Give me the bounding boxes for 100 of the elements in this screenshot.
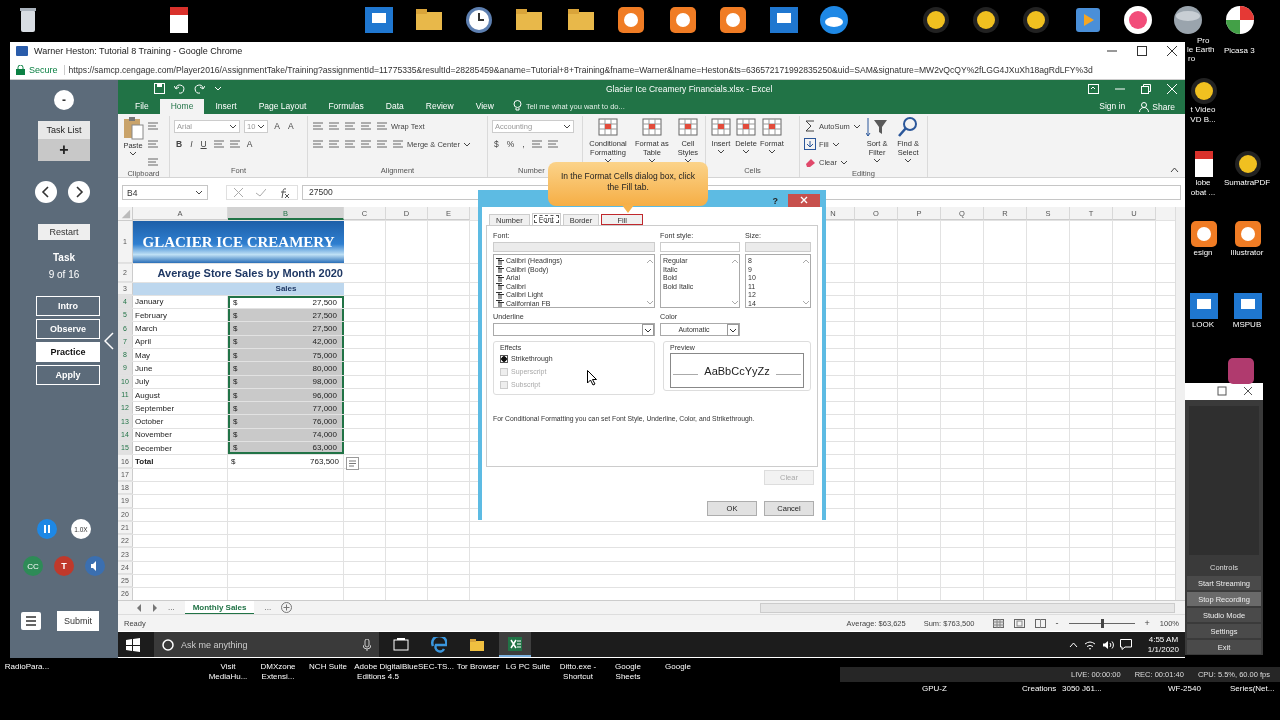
app-icon[interactable] <box>1226 356 1256 386</box>
scrollbar-arrows-icon[interactable] <box>646 257 654 307</box>
cloud-icon[interactable] <box>818 4 850 36</box>
clock-icon[interactable] <box>463 4 495 36</box>
text-button[interactable]: T <box>54 556 74 576</box>
ribbon-tab[interactable]: Formulas <box>317 99 375 114</box>
app-icon[interactable] <box>1188 75 1218 105</box>
checkbox[interactable] <box>500 354 508 363</box>
toolbar-button[interactable]: A <box>272 121 282 131</box>
cell[interactable]: $ 63,000 <box>228 442 344 455</box>
next-icon[interactable] <box>67 181 90 203</box>
input-field[interactable] <box>745 242 811 252</box>
restore-icon[interactable] <box>1141 83 1151 94</box>
undo-icon[interactable] <box>174 83 185 94</box>
cell[interactable]: $ 80,000 <box>228 362 344 375</box>
volume-icon[interactable] <box>1101 639 1114 650</box>
zoom-in-button[interactable]: + <box>1144 618 1150 628</box>
share-button[interactable]: Share <box>1135 99 1179 114</box>
task-list-button[interactable]: Task List <box>38 121 90 139</box>
cell[interactable]: $ 27,500 <box>228 322 344 335</box>
disc-icon[interactable] <box>1020 4 1052 36</box>
windows-icon[interactable] <box>126 637 140 652</box>
cell[interactable]: $ 77,000 <box>228 402 344 415</box>
input-field[interactable] <box>493 242 655 252</box>
globe-icon[interactable] <box>1172 4 1204 36</box>
page-break-icon[interactable] <box>1034 618 1046 628</box>
quick-analysis-icon[interactable] <box>346 456 359 470</box>
add-sheet-icon[interactable] <box>281 602 293 613</box>
check-icon[interactable] <box>256 188 266 197</box>
cell[interactable]: $ 27,500 <box>228 309 344 322</box>
menu-icon[interactable] <box>21 612 41 630</box>
cell[interactable]: $ 763,500 <box>228 455 344 468</box>
monitor-icon[interactable] <box>363 4 395 36</box>
speaker-icon[interactable] <box>85 556 105 576</box>
collapse-icon[interactable] <box>104 331 114 350</box>
close-icon[interactable] <box>1243 386 1253 397</box>
bold-button[interactable]: B <box>174 139 185 149</box>
monitor-icon[interactable] <box>768 4 800 36</box>
underline-button[interactable]: U <box>198 139 209 149</box>
restart-button[interactable]: Restart <box>38 224 90 240</box>
address-field[interactable]: https://samcp.cengage.com/Player2016/AssignmentTake/Training?assignmentId=11775335&resultId=28285459&aname=Tutorial+8+Training&fname=Warner&lname=Heston&ts=636572171992835250&uid=SAM&signature=MW2vQcQY%2fLGG4JXuXh18agRdLFY%3d <box>68 64 1093 75</box>
app-icon[interactable] <box>615 4 647 36</box>
taskbar-app[interactable] <box>499 632 531 657</box>
normal-view-icon[interactable] <box>992 618 1004 628</box>
page-layout-icon[interactable] <box>1013 618 1025 628</box>
input-field[interactable] <box>660 242 740 252</box>
notification-icon[interactable] <box>1119 639 1132 650</box>
step-button[interactable]: Intro <box>36 296 100 316</box>
dropdown-field[interactable] <box>493 323 655 336</box>
ribbon-tab[interactable]: Home <box>159 99 205 114</box>
submit-button[interactable]: Submit <box>57 611 99 631</box>
step-button[interactable]: Practice <box>36 342 100 362</box>
app-icon[interactable] <box>1232 218 1262 248</box>
horizontal-scrollbar[interactable] <box>760 602 1175 613</box>
slider-thumb[interactable] <box>1100 618 1104 628</box>
toolbar-button[interactable]: A <box>244 139 255 149</box>
ribbon-tab[interactable]: Page Layout <box>247 99 318 114</box>
sign-in-link[interactable]: Sign in <box>1099 99 1126 114</box>
help-button[interactable]: ? <box>772 195 778 206</box>
minimize-button[interactable]: - <box>54 90 74 110</box>
function-icon[interactable] <box>279 187 291 198</box>
ribbon-tab[interactable]: Review <box>414 99 465 114</box>
add-button[interactable]: + <box>38 139 90 161</box>
ribbon-options-icon[interactable] <box>1088 83 1099 94</box>
app-icon[interactable] <box>1188 218 1218 248</box>
network-icon[interactable] <box>1083 639 1096 650</box>
cell[interactable]: $ 76,000 <box>228 415 344 428</box>
captions-button[interactable]: CC <box>23 556 43 576</box>
disc-icon[interactable] <box>1122 4 1154 36</box>
collapse-ribbon-icon[interactable] <box>1170 167 1179 173</box>
disc-icon[interactable] <box>920 4 952 36</box>
zoom-out-button[interactable]: - <box>1055 618 1059 628</box>
previous-icon[interactable] <box>34 181 57 203</box>
toolbar-button[interactable]: , <box>520 139 527 149</box>
italic-button[interactable]: I <box>188 139 195 149</box>
vertical-scrollbar[interactable] <box>1175 207 1185 600</box>
caret-up-icon[interactable] <box>1068 641 1078 648</box>
app-icon[interactable] <box>1232 290 1262 320</box>
right-arrow-icon[interactable] <box>152 603 158 612</box>
name-box[interactable]: B4 <box>122 185 208 200</box>
toolbar-button[interactable]: A <box>286 121 296 131</box>
more-sheets-button[interactable]: ... <box>264 603 272 612</box>
toolbar-button[interactable]: % <box>504 139 517 149</box>
disc-icon[interactable] <box>970 4 1002 36</box>
scrollbar-arrows-icon[interactable] <box>731 257 739 307</box>
redo-icon[interactable] <box>194 83 205 94</box>
left-arrow-icon[interactable] <box>136 603 142 612</box>
scrollbar-arrows-icon[interactable] <box>802 257 810 307</box>
ribbon-tab[interactable]: File <box>124 99 160 114</box>
more-sheets-button[interactable]: ... <box>168 603 175 612</box>
ribbon-tab[interactable]: Data <box>374 99 415 114</box>
app-icon[interactable] <box>1188 290 1218 320</box>
step-button[interactable]: Apply <box>36 365 100 385</box>
sheet-tab[interactable]: Monthly Sales <box>184 600 255 615</box>
pause-icon[interactable] <box>37 519 57 539</box>
ribbon-tab[interactable]: Insert <box>204 99 248 114</box>
toolbar-button[interactable]: $ <box>492 139 501 149</box>
search-field[interactable]: Ask me anything <box>154 632 379 657</box>
app-icon[interactable] <box>667 4 699 36</box>
ribbon-tab[interactable]: View <box>464 99 505 114</box>
